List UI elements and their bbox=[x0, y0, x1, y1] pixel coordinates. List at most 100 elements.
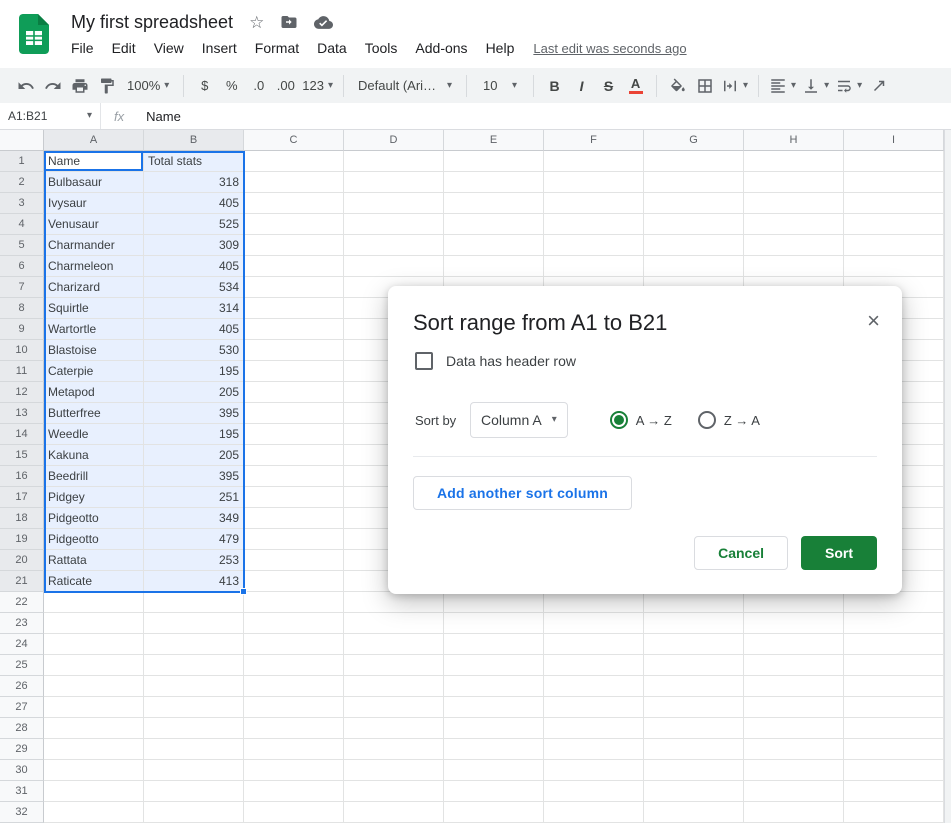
strikethrough-button[interactable]: S bbox=[595, 73, 622, 99]
cell-C6[interactable] bbox=[244, 256, 344, 277]
row-header-22[interactable]: 22 bbox=[0, 592, 44, 613]
cell-G31[interactable] bbox=[644, 781, 744, 802]
row-header-14[interactable]: 14 bbox=[0, 424, 44, 445]
cell-B21[interactable]: 413 bbox=[144, 571, 244, 592]
cell-C29[interactable] bbox=[244, 739, 344, 760]
cell-B7[interactable]: 534 bbox=[144, 277, 244, 298]
cell-A14[interactable]: Weedle bbox=[44, 424, 144, 445]
menu-tools[interactable]: Tools bbox=[356, 38, 407, 58]
cell-G3[interactable] bbox=[644, 193, 744, 214]
cell-A18[interactable]: Pidgeotto bbox=[44, 508, 144, 529]
row-header-8[interactable]: 8 bbox=[0, 298, 44, 319]
cell-B5[interactable]: 309 bbox=[144, 235, 244, 256]
cell-F5[interactable] bbox=[544, 235, 644, 256]
select-all-corner[interactable] bbox=[0, 130, 44, 151]
cell-C22[interactable] bbox=[244, 592, 344, 613]
cell-G24[interactable] bbox=[644, 634, 744, 655]
header-row-checkbox[interactable] bbox=[415, 352, 433, 370]
cell-F3[interactable] bbox=[544, 193, 644, 214]
cell-F25[interactable] bbox=[544, 655, 644, 676]
cell-H27[interactable] bbox=[744, 697, 844, 718]
cell-I32[interactable] bbox=[844, 802, 944, 823]
cell-C10[interactable] bbox=[244, 340, 344, 361]
cell-A20[interactable]: Rattata bbox=[44, 550, 144, 571]
cell-A21[interactable]: Raticate bbox=[44, 571, 144, 592]
cell-H5[interactable] bbox=[744, 235, 844, 256]
sheets-logo-icon[interactable] bbox=[19, 14, 49, 54]
cell-F6[interactable] bbox=[544, 256, 644, 277]
cell-D4[interactable] bbox=[344, 214, 444, 235]
cell-F28[interactable] bbox=[544, 718, 644, 739]
cell-F26[interactable] bbox=[544, 676, 644, 697]
cell-B13[interactable]: 395 bbox=[144, 403, 244, 424]
radio-z-to-a-label[interactable]: Z → A bbox=[724, 413, 760, 428]
add-sort-column-button[interactable]: Add another sort column bbox=[413, 476, 633, 510]
row-header-4[interactable]: 4 bbox=[0, 214, 44, 235]
cell-H28[interactable] bbox=[744, 718, 844, 739]
cell-C16[interactable] bbox=[244, 466, 344, 487]
cell-B1[interactable]: Total stats bbox=[144, 151, 244, 172]
cell-B19[interactable]: 479 bbox=[144, 529, 244, 550]
cell-D26[interactable] bbox=[344, 676, 444, 697]
cell-C18[interactable] bbox=[244, 508, 344, 529]
cell-B6[interactable]: 405 bbox=[144, 256, 244, 277]
cell-I22[interactable] bbox=[844, 592, 944, 613]
cell-D32[interactable] bbox=[344, 802, 444, 823]
row-header-21[interactable]: 21 bbox=[0, 571, 44, 592]
format-currency-button[interactable]: $ bbox=[191, 73, 218, 99]
cell-A2[interactable]: Bulbasaur bbox=[44, 172, 144, 193]
menu-insert[interactable]: Insert bbox=[193, 38, 246, 58]
column-header-I[interactable]: I bbox=[844, 130, 944, 151]
cell-A28[interactable] bbox=[44, 718, 144, 739]
print-button[interactable] bbox=[66, 73, 93, 99]
cell-B26[interactable] bbox=[144, 676, 244, 697]
cell-C17[interactable] bbox=[244, 487, 344, 508]
row-header-20[interactable]: 20 bbox=[0, 550, 44, 571]
cell-G32[interactable] bbox=[644, 802, 744, 823]
column-header-B[interactable]: B bbox=[144, 130, 244, 151]
cell-A6[interactable]: Charmeleon bbox=[44, 256, 144, 277]
cell-I6[interactable] bbox=[844, 256, 944, 277]
cell-B27[interactable] bbox=[144, 697, 244, 718]
cell-H4[interactable] bbox=[744, 214, 844, 235]
cell-B8[interactable]: 314 bbox=[144, 298, 244, 319]
more-formats-button[interactable]: 123 ▾ bbox=[299, 73, 336, 99]
cell-B14[interactable]: 195 bbox=[144, 424, 244, 445]
cell-B23[interactable] bbox=[144, 613, 244, 634]
row-header-7[interactable]: 7 bbox=[0, 277, 44, 298]
row-header-10[interactable]: 10 bbox=[0, 340, 44, 361]
cell-C9[interactable] bbox=[244, 319, 344, 340]
cell-H6[interactable] bbox=[744, 256, 844, 277]
merge-cells-button[interactable]: ▾ bbox=[718, 73, 751, 99]
cell-C30[interactable] bbox=[244, 760, 344, 781]
text-rotation-button[interactable] bbox=[865, 73, 892, 99]
cell-B16[interactable]: 395 bbox=[144, 466, 244, 487]
cell-B28[interactable] bbox=[144, 718, 244, 739]
cell-C32[interactable] bbox=[244, 802, 344, 823]
text-wrap-button[interactable]: ▾ bbox=[832, 73, 865, 99]
cell-E6[interactable] bbox=[444, 256, 544, 277]
cell-E3[interactable] bbox=[444, 193, 544, 214]
name-box[interactable]: A1:B21 ▾ bbox=[0, 103, 100, 129]
menu-format[interactable]: Format bbox=[246, 38, 308, 58]
cell-C27[interactable] bbox=[244, 697, 344, 718]
cell-D25[interactable] bbox=[344, 655, 444, 676]
cell-B25[interactable] bbox=[144, 655, 244, 676]
cell-B11[interactable]: 195 bbox=[144, 361, 244, 382]
cell-E30[interactable] bbox=[444, 760, 544, 781]
cell-E4[interactable] bbox=[444, 214, 544, 235]
cell-I23[interactable] bbox=[844, 613, 944, 634]
cell-E1[interactable] bbox=[444, 151, 544, 172]
cell-B4[interactable]: 525 bbox=[144, 214, 244, 235]
cell-G5[interactable] bbox=[644, 235, 744, 256]
cell-B15[interactable]: 205 bbox=[144, 445, 244, 466]
row-header-16[interactable]: 16 bbox=[0, 466, 44, 487]
redo-button[interactable] bbox=[39, 73, 66, 99]
cell-I26[interactable] bbox=[844, 676, 944, 697]
menu-view[interactable]: View bbox=[145, 38, 193, 58]
cell-B3[interactable]: 405 bbox=[144, 193, 244, 214]
cell-B18[interactable]: 349 bbox=[144, 508, 244, 529]
cell-B10[interactable]: 530 bbox=[144, 340, 244, 361]
sort-button[interactable]: Sort bbox=[801, 536, 877, 570]
cell-H30[interactable] bbox=[744, 760, 844, 781]
